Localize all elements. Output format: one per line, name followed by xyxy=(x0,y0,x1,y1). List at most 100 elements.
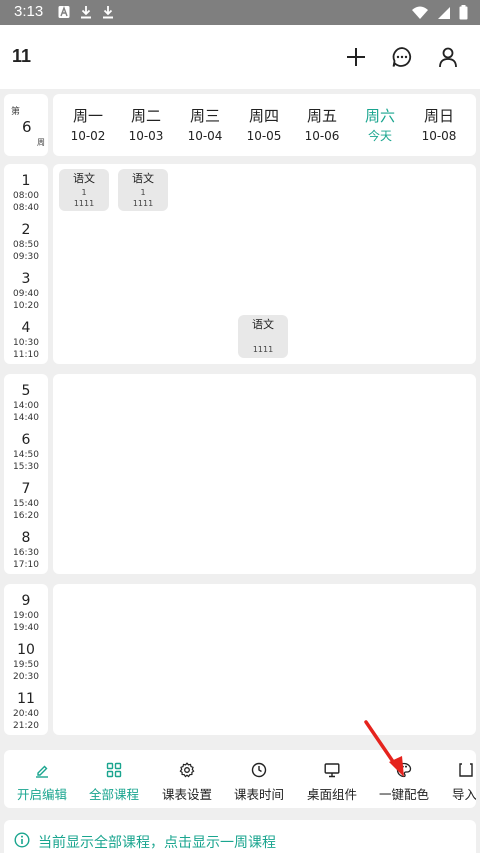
day-header-tue: 周二 10-03 xyxy=(117,106,175,146)
day-header: 周一 10-02 周二 10-03 周三 10-04 周四 10-05 周五 10-06 … xyxy=(53,94,476,156)
schedule-grid-morning[interactable]: 语文 1 1111 语文 1 1111 语文 1111 xyxy=(53,164,476,364)
app-bar: 11 xyxy=(0,25,480,89)
period-number: 11 xyxy=(17,691,35,707)
period-end: 21:20 xyxy=(13,721,39,731)
course-cell[interactable]: 语文 1 1111 xyxy=(59,169,109,211)
download-icon xyxy=(81,6,91,19)
day-name: 周三 xyxy=(189,107,220,125)
period-1: 1 08:00 08:40 xyxy=(4,172,48,214)
download-icon xyxy=(103,6,113,19)
course-cell[interactable]: 语文 1 1111 xyxy=(118,169,168,211)
period-end: 14:40 xyxy=(13,413,39,423)
course-teacher: 1111 xyxy=(252,345,274,354)
tool-label: 导入 xyxy=(452,787,476,802)
schedule-grid-afternoon[interactable] xyxy=(53,374,476,574)
tool-label: 课表时间 xyxy=(233,787,284,802)
info-icon xyxy=(14,832,30,848)
schedule-time-button[interactable]: 课表时间 xyxy=(225,760,293,803)
course-teacher: 1111 xyxy=(73,199,95,208)
all-courses-button[interactable]: 全部课程 xyxy=(80,760,148,803)
period-start: 14:50 xyxy=(13,450,39,460)
period-2: 2 08:50 09:30 xyxy=(4,221,48,263)
day-name: 周六 xyxy=(364,107,395,125)
week-selector[interactable]: 第 6 周 xyxy=(4,94,48,156)
tool-label: 桌面组件 xyxy=(306,787,357,802)
period-column-afternoon: 5 14:00 14:40 6 14:50 15:30 7 15:40 16:20 8 16:… xyxy=(4,374,48,574)
monitor-icon xyxy=(324,763,340,778)
auto-color-button[interactable]: 一键配色 xyxy=(370,760,438,803)
period-start: 19:50 xyxy=(13,660,39,670)
grid-icon xyxy=(106,762,122,778)
period-start: 09:40 xyxy=(13,289,39,299)
gear-icon xyxy=(179,762,195,778)
day-header-sat: 周六 今天 xyxy=(351,106,409,146)
period-number: 10 xyxy=(17,642,35,658)
plus-icon xyxy=(347,48,365,66)
day-date: 10-06 xyxy=(304,129,340,143)
day-date: 10-08 xyxy=(421,129,457,143)
period-end: 16:20 xyxy=(13,511,39,521)
period-11: 11 20:40 21:20 xyxy=(4,690,48,732)
day-date: 10-04 xyxy=(187,129,223,143)
period-number: 3 xyxy=(21,271,31,287)
system-icons xyxy=(411,5,468,20)
period-5: 5 14:00 14:40 xyxy=(4,382,48,424)
period-number: 2 xyxy=(21,222,31,238)
palette-icon xyxy=(396,762,412,778)
schedule-grid-evening[interactable] xyxy=(53,584,476,735)
period-10: 10 19:50 20:30 xyxy=(4,641,48,683)
profile-button[interactable] xyxy=(434,43,462,71)
period-end: 15:30 xyxy=(13,462,39,472)
week-number: 6 xyxy=(22,118,32,136)
period-7: 7 15:40 16:20 xyxy=(4,480,48,522)
period-column-morning: 1 08:00 08:40 2 08:50 09:30 3 09:40 10:20 4 10:… xyxy=(4,164,48,364)
day-date: 10-05 xyxy=(246,129,282,143)
week-suffix: 周 xyxy=(37,138,45,147)
user-icon xyxy=(439,47,457,68)
period-number: 6 xyxy=(21,432,31,448)
toggle-edit-button[interactable]: 开启编辑 xyxy=(8,760,76,803)
period-number: 1 xyxy=(21,173,31,189)
course-cell[interactable]: 语文 1111 xyxy=(238,315,288,358)
day-header-sun: 周日 10-08 xyxy=(410,106,468,146)
day-name: 周四 xyxy=(248,107,279,125)
day-header-wed: 周三 10-04 xyxy=(176,106,234,146)
tool-label: 一键配色 xyxy=(378,787,429,802)
period-end: 11:10 xyxy=(13,350,39,360)
period-8: 8 16:30 17:10 xyxy=(4,529,48,571)
period-column-evening: 9 19:00 19:40 10 19:50 20:30 11 20:40 21:20 xyxy=(4,584,48,735)
clock-icon xyxy=(251,762,267,778)
tool-label: 开启编辑 xyxy=(16,787,67,802)
desktop-widget-button[interactable]: 桌面组件 xyxy=(298,760,366,803)
schedule-settings-button[interactable]: 课表设置 xyxy=(153,760,221,803)
course-display-toggle[interactable]: 当前显示全部课程，点击显示一周课程 xyxy=(4,820,476,853)
message-button[interactable] xyxy=(388,43,416,71)
add-button[interactable] xyxy=(342,43,370,71)
import-button[interactable]: 导入 xyxy=(444,760,476,803)
signal-icon xyxy=(438,6,450,19)
status-time: 3:13 xyxy=(14,3,44,20)
period-start: 08:00 xyxy=(13,191,39,201)
period-4: 4 10:30 11:10 xyxy=(4,319,48,361)
period-start: 08:50 xyxy=(13,240,39,250)
pencil-icon xyxy=(36,765,48,778)
day-header-mon: 周一 10-02 xyxy=(59,106,117,146)
period-start: 10:30 xyxy=(13,338,39,348)
day-header-thu: 周四 10-05 xyxy=(235,106,293,146)
period-number: 5 xyxy=(21,383,31,399)
week-prefix: 第 xyxy=(11,107,21,117)
tool-label: 全部课程 xyxy=(88,787,139,802)
course-name: 语文 xyxy=(73,172,95,185)
day-name: 周五 xyxy=(306,107,337,125)
course-teacher: 1111 xyxy=(132,199,154,208)
day-date: 今天 xyxy=(367,129,392,143)
bottom-toolbar: 开启编辑 全部课程 课表设置 课表时间 桌面组件 一键配色 导入 xyxy=(4,750,476,808)
period-start: 20:40 xyxy=(13,709,39,719)
period-start: 15:40 xyxy=(13,499,39,509)
import-icon xyxy=(459,763,473,777)
day-name: 周二 xyxy=(130,107,161,125)
period-number: 4 xyxy=(21,320,31,336)
course-room: 1 xyxy=(81,188,87,197)
course-name: 语文 xyxy=(132,172,154,185)
battery-icon xyxy=(459,5,468,20)
